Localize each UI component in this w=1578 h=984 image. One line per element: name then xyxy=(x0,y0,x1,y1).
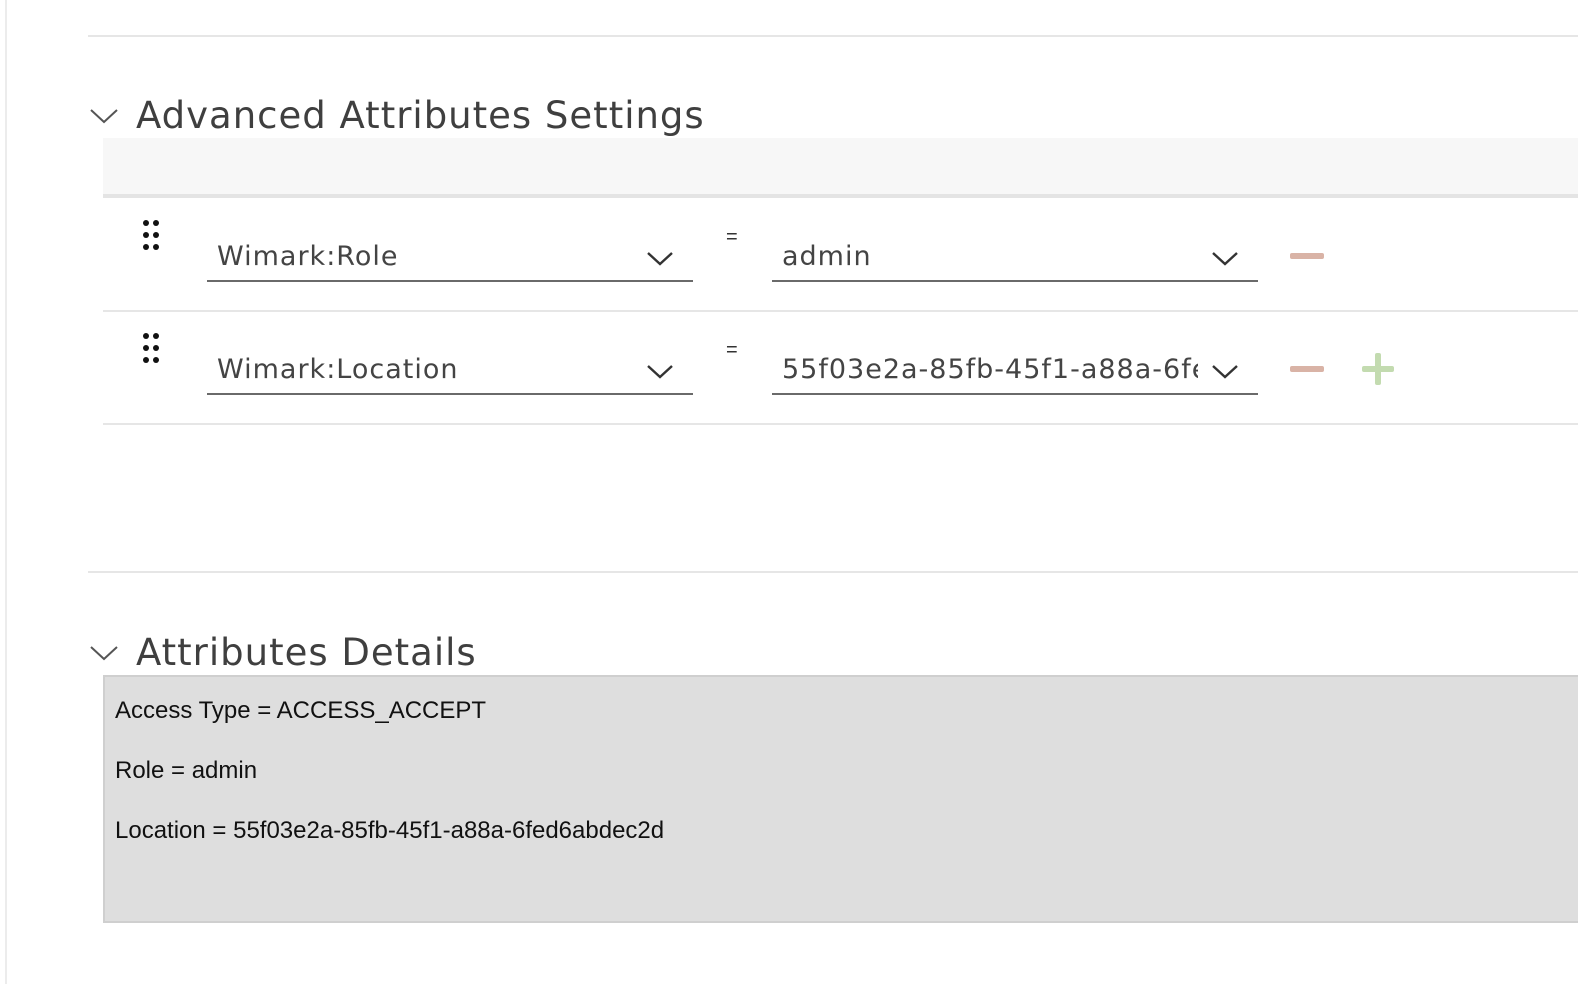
attribute-row: Wimark:Role = admin xyxy=(103,198,1578,312)
attributes-details-box: Access Type = ACCESS_ACCEPT Role = admin… xyxy=(103,675,1578,923)
attribute-key-select[interactable]: Wimark:Role xyxy=(207,236,693,282)
remove-attribute-button[interactable] xyxy=(1287,236,1327,276)
attribute-value-select[interactable]: 55f03e2a-85fb-45f1-a88a-6fed6abdec2d xyxy=(772,349,1258,395)
plus-icon xyxy=(1362,353,1394,385)
equals-sign: = xyxy=(726,339,738,361)
details-line-access-type: Access Type = ACCESS_ACCEPT xyxy=(115,697,487,724)
chevron-down-icon xyxy=(1212,252,1238,266)
drag-handle-icon[interactable] xyxy=(141,220,161,256)
attribute-value-text: admin xyxy=(782,241,872,272)
add-attribute-button[interactable] xyxy=(1358,349,1398,389)
drag-handle-icon[interactable] xyxy=(141,333,161,369)
advanced-attributes-title: Advanced Attributes Settings xyxy=(136,94,705,137)
advanced-attributes-header: Advanced Attributes Settings xyxy=(88,94,705,137)
chevron-down-icon xyxy=(90,645,118,660)
section-divider xyxy=(88,571,1578,573)
chevron-down-icon xyxy=(647,252,673,266)
attributes-table-header xyxy=(103,138,1578,198)
attribute-row: Wimark:Location = 55f03e2a-85fb-45f1-a88… xyxy=(103,311,1578,425)
minus-icon xyxy=(1290,253,1324,259)
attribute-key-value: Wimark:Location xyxy=(217,354,459,385)
chevron-down-icon xyxy=(90,108,118,123)
chevron-down-icon xyxy=(1212,365,1238,379)
attribute-value-text: 55f03e2a-85fb-45f1-a88a-6fed6abdec2d xyxy=(782,354,1198,385)
attributes-details-header: Attributes Details xyxy=(88,631,477,674)
remove-attribute-button[interactable] xyxy=(1287,349,1327,389)
chevron-down-icon xyxy=(647,365,673,379)
attribute-key-value: Wimark:Role xyxy=(217,241,399,272)
attributes-details-title: Attributes Details xyxy=(136,631,477,674)
page-left-border xyxy=(5,0,7,984)
advanced-attributes-toggle[interactable] xyxy=(88,100,120,132)
attribute-value-select[interactable]: admin xyxy=(772,236,1258,282)
attributes-details-toggle[interactable] xyxy=(88,637,120,669)
details-line-location: Location = 55f03e2a-85fb-45f1-a88a-6fed6… xyxy=(115,817,665,844)
minus-icon xyxy=(1290,366,1324,372)
attribute-key-select[interactable]: Wimark:Location xyxy=(207,349,693,395)
equals-sign: = xyxy=(726,226,738,248)
section-divider-top xyxy=(88,35,1578,37)
details-line-role: Role = admin xyxy=(115,757,258,784)
